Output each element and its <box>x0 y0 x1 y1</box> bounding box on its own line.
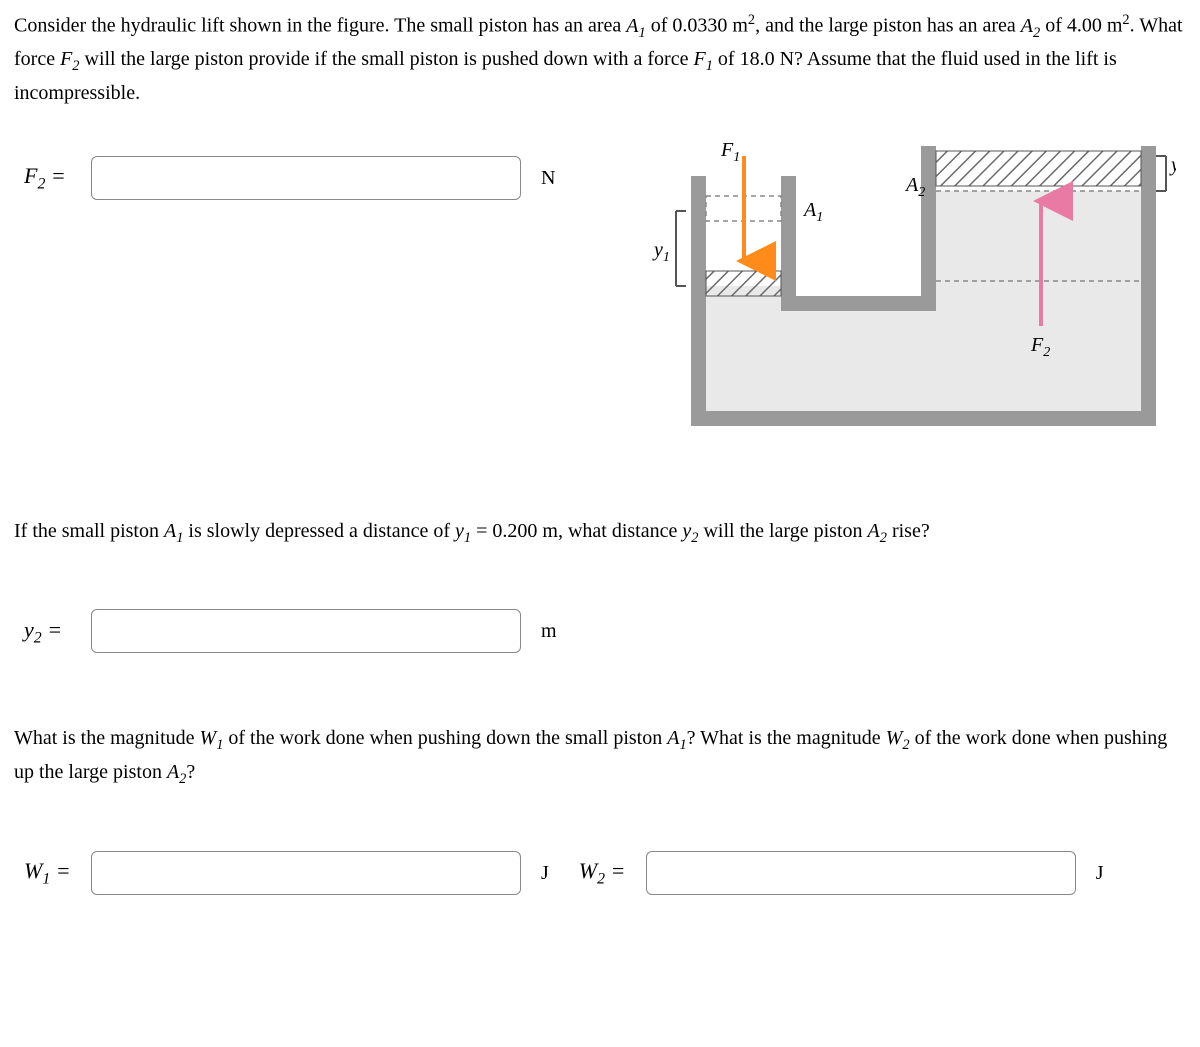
var-A1: A1 <box>626 15 645 37</box>
fig-a1-label: A1 <box>802 199 823 225</box>
text: will the large piston provide if the sma… <box>80 48 694 70</box>
w2-unit: J <box>1096 858 1104 888</box>
y2-unit: m <box>541 616 557 646</box>
var-A2: A2 <box>1021 15 1040 37</box>
text: , and the large piston has an area <box>755 15 1021 37</box>
part2-text: If the small piston A1 is slowly depress… <box>14 516 1186 550</box>
fig-f1-label: F1 <box>720 139 740 165</box>
text: of 4.00 m <box>1040 15 1122 37</box>
w2-input[interactable] <box>646 851 1076 895</box>
fig-y1-label: y1 <box>652 239 670 265</box>
y2-label: y2 = <box>24 613 79 650</box>
text: Consider the hydraulic lift shown in the… <box>14 15 626 37</box>
problem-statement: Consider the hydraulic lift shown in the… <box>14 10 1186 108</box>
exp: 2 <box>1122 12 1129 28</box>
var-F1: F1 <box>693 48 712 70</box>
w1-label: W1 = <box>24 854 79 891</box>
w2-label: W2 = <box>579 854 634 891</box>
w1-input[interactable] <box>91 851 521 895</box>
fig-y2-label: y2 <box>1169 154 1176 180</box>
text: of 0.0330 m <box>646 15 748 37</box>
hydraulic-lift-figure: y1 y2 <box>636 136 1176 456</box>
w1-unit: J <box>541 858 549 888</box>
f2-label: F2 = <box>24 159 79 196</box>
y2-input[interactable] <box>91 609 521 653</box>
f2-unit: N <box>541 163 555 193</box>
var-F2: F2 <box>60 48 79 70</box>
f2-input[interactable] <box>91 156 521 200</box>
part3-text: What is the magnitude W1 of the work don… <box>14 723 1186 790</box>
